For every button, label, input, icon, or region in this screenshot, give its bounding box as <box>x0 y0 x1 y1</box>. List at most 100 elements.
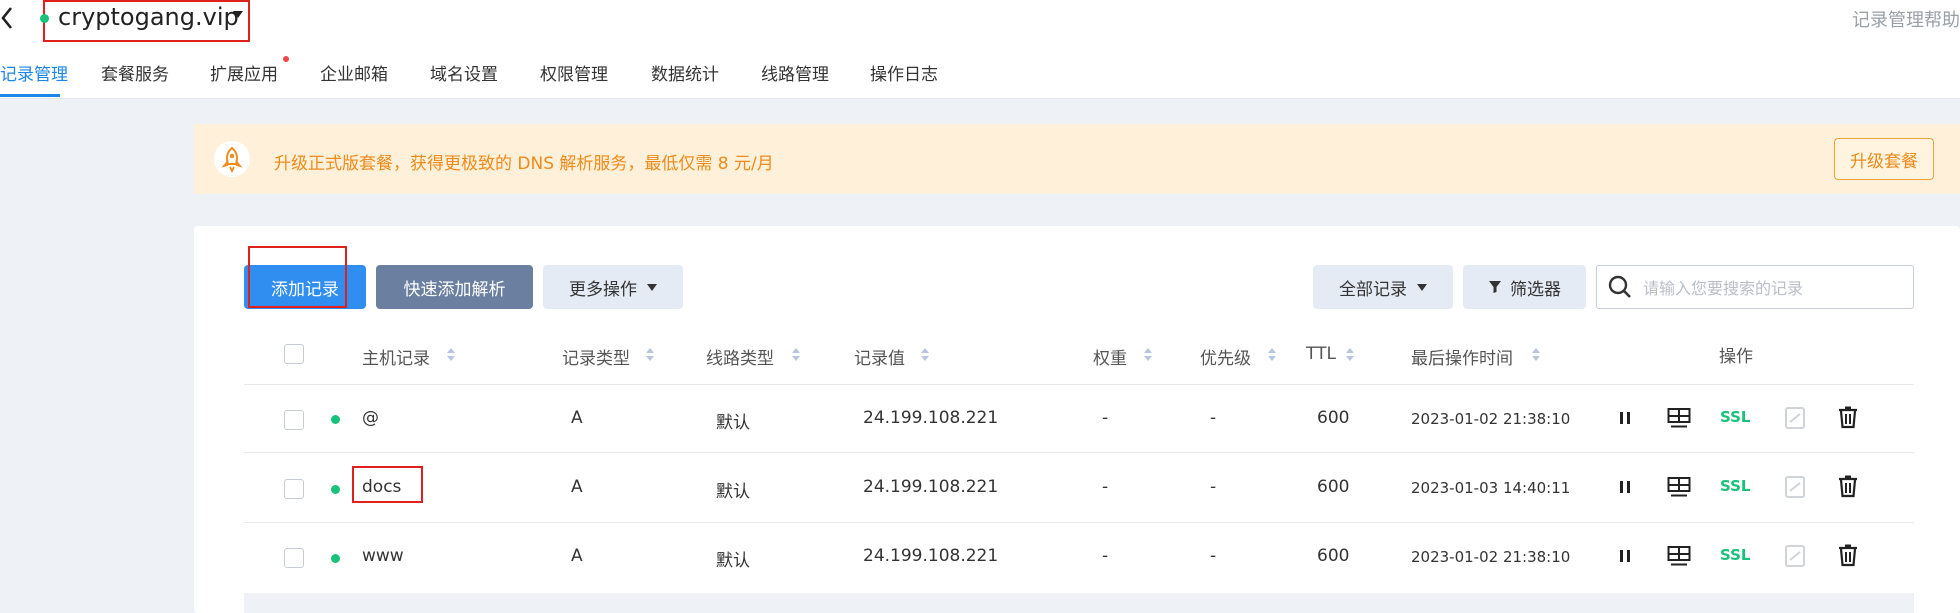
filter-button[interactable]: 筛选器 <box>1463 265 1586 309</box>
ssl-badge[interactable]: SSL <box>1720 408 1751 426</box>
header-ttl[interactable]: TTL <box>1306 344 1336 364</box>
status-dot <box>331 554 340 563</box>
row-divider <box>244 452 1914 453</box>
monitor-icon[interactable] <box>1667 545 1691 567</box>
pause-icon[interactable] <box>1618 478 1632 496</box>
add-record-highlight-box <box>248 246 347 308</box>
notification-dot <box>283 56 289 62</box>
banner-message: 升级正式版套餐，获得更极致的 DNS 解析服务，最低仅需 8 元/月 <box>274 154 774 174</box>
status-dot <box>331 415 340 424</box>
header-last-op[interactable]: 最后操作时间 <box>1411 344 1513 369</box>
cell-priority: - <box>1210 408 1217 428</box>
help-link[interactable]: 记录管理帮助 <box>1852 6 1960 32</box>
sort-icon[interactable] <box>447 348 455 362</box>
row-checkbox[interactable] <box>284 548 304 568</box>
trash-icon[interactable] <box>1837 543 1859 567</box>
cell-value: 24.199.108.221 <box>863 546 999 566</box>
more-actions-dropdown[interactable]: 更多操作 <box>543 265 683 309</box>
header-host[interactable]: 主机记录 <box>362 344 430 369</box>
caret-down-icon <box>647 283 657 291</box>
monitor-icon[interactable] <box>1667 407 1691 429</box>
tab-records[interactable]: 记录管理 <box>0 60 68 85</box>
status-dot <box>331 485 340 494</box>
more-actions-label: 更多操作 <box>569 279 637 300</box>
all-records-label: 全部记录 <box>1339 279 1407 300</box>
cell-host[interactable]: docs <box>362 477 401 497</box>
caret-down-icon <box>1417 283 1427 291</box>
cell-line: 默认 <box>716 413 750 433</box>
cell-host[interactable]: www <box>362 546 404 566</box>
cell-line: 默认 <box>716 551 750 571</box>
tab-statistics[interactable]: 数据统计 <box>651 60 719 85</box>
cell-priority: - <box>1210 477 1217 497</box>
cell-type: A <box>571 546 583 566</box>
tab-domain-settings[interactable]: 域名设置 <box>430 60 498 85</box>
row-checkbox[interactable] <box>284 410 304 430</box>
search-box[interactable] <box>1596 265 1914 309</box>
header-divider <box>244 384 1914 385</box>
ssl-badge[interactable]: SSL <box>1720 546 1751 564</box>
search-icon <box>1608 275 1631 298</box>
quick-add-button[interactable]: 快速添加解析 <box>376 265 533 309</box>
cell-time: 2023-01-03 14:40:11 <box>1411 479 1571 497</box>
cell-ttl: 600 <box>1317 546 1350 566</box>
header-value[interactable]: 记录值 <box>854 344 905 369</box>
trash-icon[interactable] <box>1837 405 1859 429</box>
sort-icon[interactable] <box>1144 348 1152 362</box>
header-line[interactable]: 线路类型 <box>706 344 774 369</box>
tab-email[interactable]: 企业邮箱 <box>320 60 388 85</box>
sort-icon[interactable] <box>1532 348 1540 362</box>
cell-weight: - <box>1102 546 1109 566</box>
note-icon <box>1785 407 1805 429</box>
cell-type: A <box>571 477 583 497</box>
filter-icon <box>1489 281 1501 293</box>
cell-line: 默认 <box>716 482 750 502</box>
header-type[interactable]: 记录类型 <box>562 344 630 369</box>
select-all-checkbox[interactable] <box>284 344 304 364</box>
cell-ttl: 600 <box>1317 408 1350 428</box>
monitor-icon[interactable] <box>1667 476 1691 498</box>
all-records-dropdown[interactable]: 全部记录 <box>1313 265 1453 309</box>
search-input[interactable] <box>1641 274 1905 302</box>
header-weight[interactable]: 权重 <box>1093 344 1127 369</box>
tab-active-indicator <box>0 94 60 97</box>
domain-selector[interactable]: cryptogang.vip <box>58 2 239 32</box>
pause-icon[interactable] <box>1618 409 1632 427</box>
note-icon <box>1785 545 1805 567</box>
ssl-badge[interactable]: SSL <box>1720 477 1751 495</box>
sort-icon[interactable] <box>1268 348 1276 362</box>
row-divider <box>244 522 1914 523</box>
header-priority[interactable]: 优先级 <box>1200 344 1251 369</box>
cell-time: 2023-01-02 21:38:10 <box>1411 548 1571 566</box>
tab-permissions[interactable]: 权限管理 <box>540 60 608 85</box>
note-icon <box>1785 476 1805 498</box>
tab-plan[interactable]: 套餐服务 <box>101 60 169 85</box>
chevron-left-icon[interactable] <box>0 0 20 36</box>
pause-icon[interactable] <box>1618 547 1632 565</box>
cell-value: 24.199.108.221 <box>863 477 999 497</box>
header-actions: 操作 <box>1719 347 1753 367</box>
cell-priority: - <box>1210 546 1217 566</box>
cell-time: 2023-01-02 21:38:10 <box>1411 410 1571 428</box>
filter-label: 筛选器 <box>1510 279 1561 300</box>
tab-logs[interactable]: 操作日志 <box>870 60 938 85</box>
table-footer <box>244 593 1914 613</box>
cell-host[interactable]: @ <box>362 408 379 428</box>
trash-icon[interactable] <box>1837 474 1859 498</box>
sort-icon[interactable] <box>646 348 654 362</box>
upgrade-banner: 升级正式版套餐，获得更极致的 DNS 解析服务，最低仅需 8 元/月 升级套餐 <box>194 124 1960 194</box>
tab-extensions[interactable]: 扩展应用 <box>210 60 278 85</box>
row-checkbox[interactable] <box>284 479 304 499</box>
cell-type: A <box>571 408 583 428</box>
cell-weight: - <box>1102 477 1109 497</box>
sort-icon[interactable] <box>1346 348 1354 362</box>
caret-down-icon[interactable] <box>233 11 243 18</box>
sort-icon[interactable] <box>792 348 800 362</box>
top-bar: cryptogang.vip 记录管理帮助 记录管理 套餐服务 扩展应用 企业邮… <box>0 0 1960 99</box>
cell-weight: - <box>1102 408 1109 428</box>
sort-icon[interactable] <box>921 348 929 362</box>
tab-lines[interactable]: 线路管理 <box>761 60 829 85</box>
rocket-icon <box>214 141 250 177</box>
upgrade-button[interactable]: 升级套餐 <box>1834 138 1934 180</box>
cell-value: 24.199.108.221 <box>863 408 999 428</box>
